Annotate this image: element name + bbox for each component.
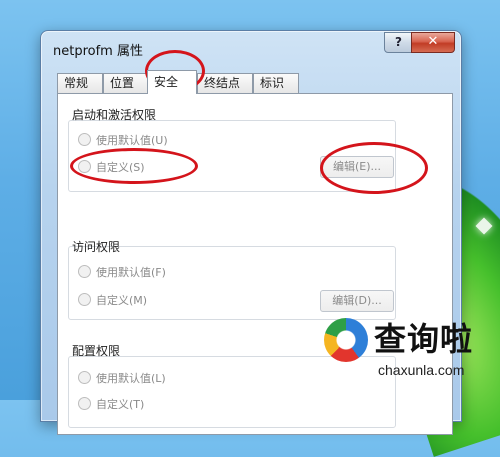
watermark-domain: chaxunla.com [378,362,465,378]
config-permissions-title: 配置权限 [72,344,121,358]
radio-icon[interactable] [78,133,91,146]
tab-security[interactable]: 安全 [147,70,197,94]
watermark-brand: 查询啦 [374,320,474,358]
annotation-circle-custom-option [70,148,198,184]
access-permissions-title: 访问权限 [72,240,121,254]
config-custom-option[interactable]: 自定义(T) [78,396,144,412]
access-custom-option[interactable]: 自定义(M) [78,292,147,308]
access-default-option[interactable]: 使用默认值(F) [78,264,166,280]
help-button[interactable]: ? [384,32,413,53]
window-title: netprofm 属性 [53,44,143,59]
access-default-label: 使用默认值(F) [96,266,166,279]
launch-default-label: 使用默认值(U) [96,134,168,147]
radio-icon[interactable] [78,397,91,410]
radio-icon[interactable] [78,371,91,384]
config-default-label: 使用默认值(L) [96,372,166,385]
radio-icon[interactable] [78,293,91,306]
launch-default-option[interactable]: 使用默认值(U) [78,132,168,148]
close-button[interactable]: ✕ [411,32,455,53]
tab-endpoints[interactable]: 终结点 [197,73,253,93]
config-default-option[interactable]: 使用默认值(L) [78,370,166,386]
annotation-circle-edit-button [320,142,428,194]
config-permissions-group [68,356,396,428]
access-custom-label: 自定义(M) [96,294,148,307]
tab-location[interactable]: 位置 [103,73,149,93]
access-edit-button[interactable]: 编辑(D)... [320,290,394,312]
launch-permissions-title: 启动和激活权限 [72,108,157,122]
title-bar: netprofm 属性 ? ✕ [41,31,461,63]
tab-general[interactable]: 常规 [57,73,103,93]
radio-icon[interactable] [78,265,91,278]
watermark-logo-icon [324,318,368,362]
tab-identity[interactable]: 标识 [253,73,299,93]
